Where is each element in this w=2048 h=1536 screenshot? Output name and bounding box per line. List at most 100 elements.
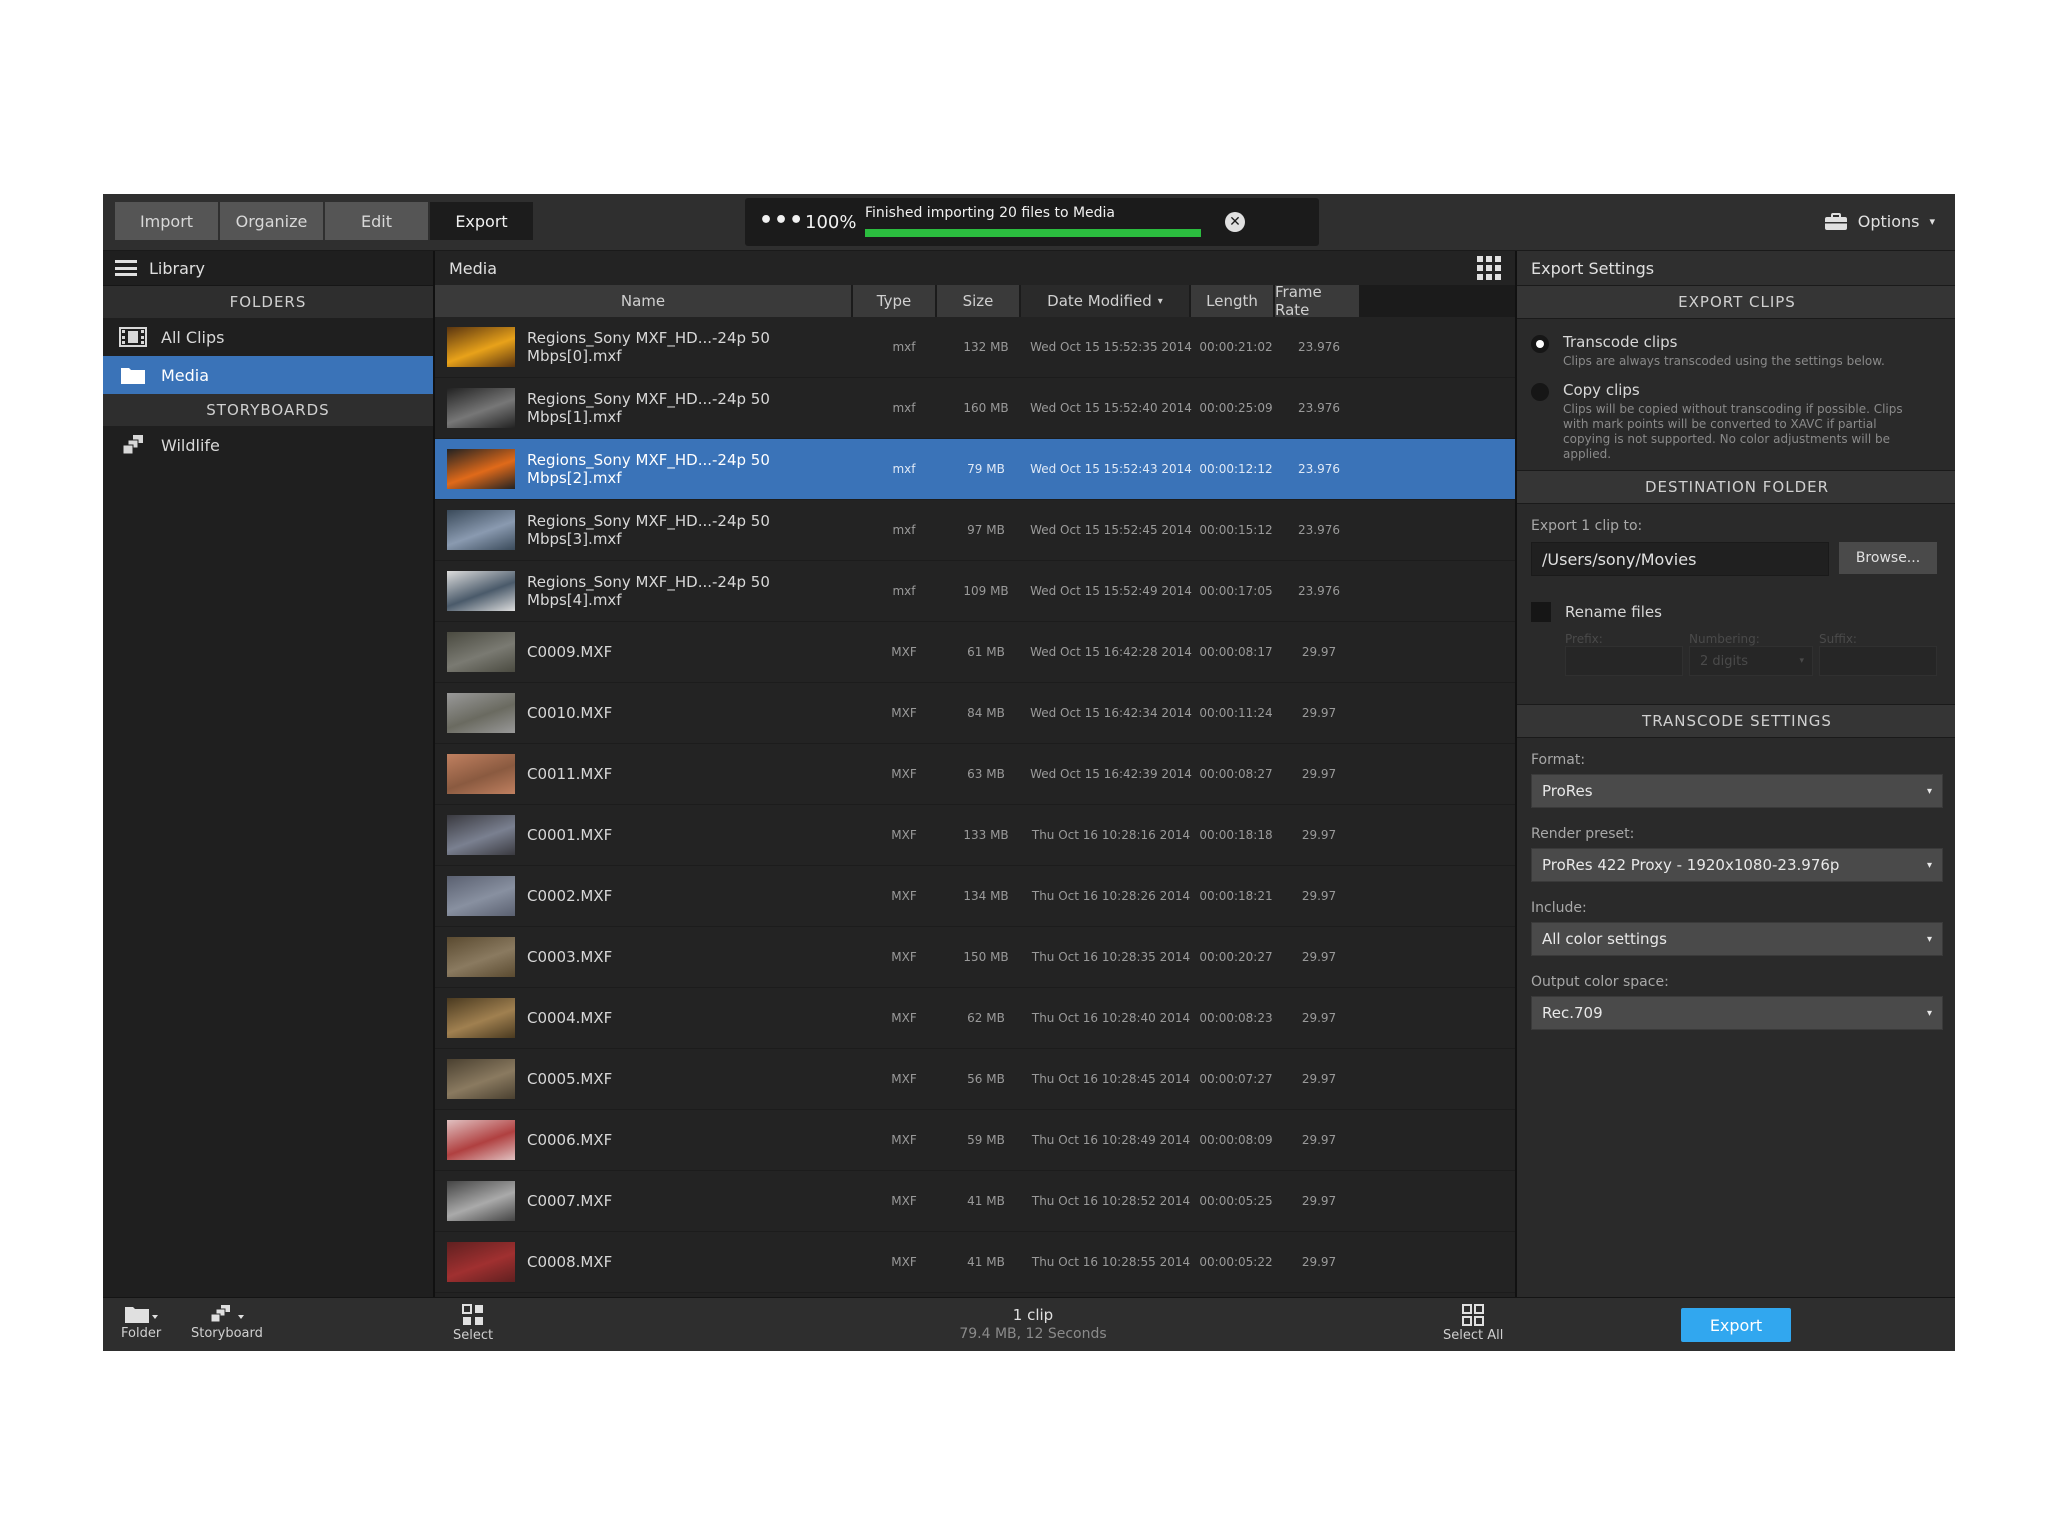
select-button[interactable]: Select — [453, 1304, 493, 1343]
cell-rate: 23.976 — [1298, 462, 1340, 476]
rename-files-checkbox[interactable] — [1531, 602, 1551, 622]
tab-edit[interactable]: Edit — [325, 202, 428, 240]
top-bar: Import Organize Edit Export ••• 100% Fin… — [103, 194, 1955, 251]
menu-icon[interactable] — [115, 260, 137, 276]
cell-rate: 29.97 — [1301, 828, 1337, 842]
suffix-label: Suffix: — [1819, 632, 1857, 646]
table-row[interactable]: C0002.MXF MXF 134 MB Thu Oct 16 10:28:26 20… — [435, 866, 1515, 927]
clip-name: C0008.MXF — [527, 1253, 613, 1271]
table-row[interactable]: C0005.MXF MXF 56 MB Thu Oct 16 10:28:45 201… — [435, 1049, 1515, 1110]
column-frame-rate[interactable]: Frame Rate — [1275, 283, 1361, 319]
table-row[interactable]: C0003.MXF MXF 150 MB Thu Oct 16 10:28:35 20… — [435, 927, 1515, 988]
export-button[interactable]: Export — [1681, 1308, 1791, 1342]
table-row[interactable]: Regions_Sony MXF_HD...-24p 50 Mbps[3].mx… — [435, 500, 1515, 561]
copy-description: Clips will be copied without transcoding… — [1563, 402, 1903, 461]
table-row[interactable]: C0010.MXF MXF 84 MB Wed Oct 15 16:42:34 201… — [435, 683, 1515, 744]
table-row[interactable]: C0001.MXF MXF 133 MB Thu Oct 16 10:28:16 20… — [435, 805, 1515, 866]
cell-date: Thu Oct 16 10:28:52 2014 — [1031, 1194, 1191, 1208]
grid-view-icon[interactable] — [1477, 256, 1501, 280]
prefix-field[interactable] — [1565, 646, 1683, 676]
table-row[interactable]: Regions_Sony MXF_HD...-24p 50 Mbps[2].mx… — [435, 439, 1515, 500]
cell-length: 00:00:08:17 — [1199, 645, 1273, 659]
storyboard-button-label: Storyboard — [191, 1326, 263, 1341]
cell-rate: 23.976 — [1298, 584, 1340, 598]
more-icon[interactable]: ••• — [759, 208, 804, 233]
clip-name: C0011.MXF — [527, 765, 613, 783]
storyboard-icon — [210, 1305, 244, 1323]
table-row[interactable]: C0009.MXF MXF 61 MB Wed Oct 15 16:42:28 201… — [435, 622, 1515, 683]
cell-date: Thu Oct 16 10:28:35 2014 — [1031, 950, 1191, 964]
new-folder-button[interactable]: Folder — [121, 1304, 161, 1341]
cell-type: mxf — [892, 523, 916, 537]
copy-option[interactable]: Copy clips Clips will be copied without … — [1517, 381, 1955, 462]
cell-length: 00:00:05:22 — [1199, 1255, 1273, 1269]
cell-date: Wed Oct 15 16:42:34 2014 — [1030, 706, 1192, 720]
cell-length: 00:00:07:27 — [1199, 1072, 1273, 1086]
column-length[interactable]: Length — [1191, 285, 1275, 317]
clip-name: C0002.MXF — [527, 887, 613, 905]
select-all-button[interactable]: Select All — [1443, 1304, 1503, 1343]
clip-count: 1 clip — [1012, 1306, 1054, 1324]
tab-export[interactable]: Export — [430, 202, 533, 240]
cell-size: 41 MB — [967, 1194, 1005, 1208]
numbering-value: 2 digits — [1700, 653, 1749, 669]
clip-name: Regions_Sony MXF_HD...-24p 50 Mbps[4].mx… — [527, 573, 770, 609]
clip-thumbnail — [447, 1242, 515, 1282]
column-type[interactable]: Type — [853, 285, 937, 317]
clip-name: Regions_Sony MXF_HD...-24p 50 Mbps[0].mx… — [527, 329, 770, 365]
cell-type: mxf — [892, 340, 916, 354]
library-header: Library — [103, 251, 433, 286]
cell-name: Regions_Sony MXF_HD...-24p 50 Mbps[3].mx… — [435, 500, 863, 560]
output-color-space-value: Rec.709 — [1542, 1004, 1603, 1022]
bottom-bar: Folder Storyboard Select 1 clip 79.4 MB,… — [103, 1297, 1955, 1351]
export-to-label: Export 1 clip to: — [1531, 518, 1643, 534]
column-name[interactable]: Name — [435, 285, 853, 317]
table-row[interactable]: C0011.MXF MXF 63 MB Wed Oct 15 16:42:39 201… — [435, 744, 1515, 805]
table-row[interactable]: C0007.MXF MXF 41 MB Thu Oct 16 10:28:52 201… — [435, 1171, 1515, 1232]
cell-type: mxf — [892, 584, 916, 598]
tab-organize[interactable]: Organize — [220, 202, 323, 240]
cell-length: 00:00:21:02 — [1199, 340, 1273, 354]
destination-path-field[interactable]: /Users/sony/Movies — [1531, 542, 1829, 576]
table-row[interactable]: C0008.MXF MXF 41 MB Thu Oct 16 10:28:55 201… — [435, 1232, 1515, 1293]
tab-import[interactable]: Import — [115, 202, 218, 240]
clip-summary: 79.4 MB, 12 Seconds — [959, 1326, 1107, 1342]
cell-rate: 29.97 — [1301, 1011, 1337, 1025]
cell-length: 00:00:08:09 — [1199, 1133, 1273, 1147]
folder-item-media[interactable]: Media — [103, 356, 433, 394]
cell-date: Wed Oct 15 15:52:35 2014 — [1030, 340, 1192, 354]
clip-name: C0005.MXF — [527, 1070, 613, 1088]
table-row[interactable]: Regions_Sony MXF_HD...-24p 50 Mbps[0].mx… — [435, 317, 1515, 378]
table-row[interactable]: C0006.MXF MXF 59 MB Thu Oct 16 10:28:49 201… — [435, 1110, 1515, 1171]
render-preset-select[interactable]: ProRes 422 Proxy - 1920x1080-23.976p ▾ — [1531, 848, 1943, 882]
transcode-radio[interactable] — [1531, 335, 1549, 353]
cell-size: 61 MB — [967, 645, 1005, 659]
suffix-field[interactable] — [1819, 646, 1937, 676]
storyboard-item-wildlife[interactable]: Wildlife — [103, 426, 433, 464]
cell-rate: 29.97 — [1301, 767, 1337, 781]
folder-item-all-clips[interactable]: All Clips — [103, 318, 433, 356]
column-date-modified[interactable]: Date Modified ▾ — [1021, 285, 1191, 317]
rename-files-option[interactable]: Rename files — [1517, 602, 1955, 622]
cell-size: 56 MB — [967, 1072, 1005, 1086]
table-row[interactable]: C0004.MXF MXF 62 MB Thu Oct 16 10:28:40 201… — [435, 988, 1515, 1049]
format-select[interactable]: ProRes ▾ — [1531, 774, 1943, 808]
media-header: Media — [435, 251, 1515, 285]
transcode-option[interactable]: Transcode clips Clips are always transco… — [1517, 333, 1955, 369]
options-menu[interactable]: Options ▾ — [1824, 212, 1935, 231]
new-storyboard-button[interactable]: Storyboard — [191, 1304, 263, 1341]
cell-type: MXF — [891, 950, 917, 964]
cell-rate: 23.976 — [1298, 340, 1340, 354]
clip-thumbnail — [447, 815, 515, 855]
include-select[interactable]: All color settings ▾ — [1531, 922, 1943, 956]
table-row[interactable]: Regions_Sony MXF_HD...-24p 50 Mbps[1].mx… — [435, 378, 1515, 439]
copy-radio[interactable] — [1531, 383, 1549, 401]
cell-length: 00:00:05:25 — [1199, 1194, 1273, 1208]
numbering-select[interactable]: 2 digits ▾ — [1689, 646, 1813, 676]
browse-button[interactable]: Browse... — [1839, 542, 1937, 574]
close-icon[interactable]: ✕ — [1225, 212, 1245, 232]
output-color-space-select[interactable]: Rec.709 ▾ — [1531, 996, 1943, 1030]
column-size[interactable]: Size — [937, 285, 1021, 317]
selection-summary: 1 clip 79.4 MB, 12 Seconds — [883, 1306, 1183, 1342]
table-row[interactable]: Regions_Sony MXF_HD...-24p 50 Mbps[4].mx… — [435, 561, 1515, 622]
